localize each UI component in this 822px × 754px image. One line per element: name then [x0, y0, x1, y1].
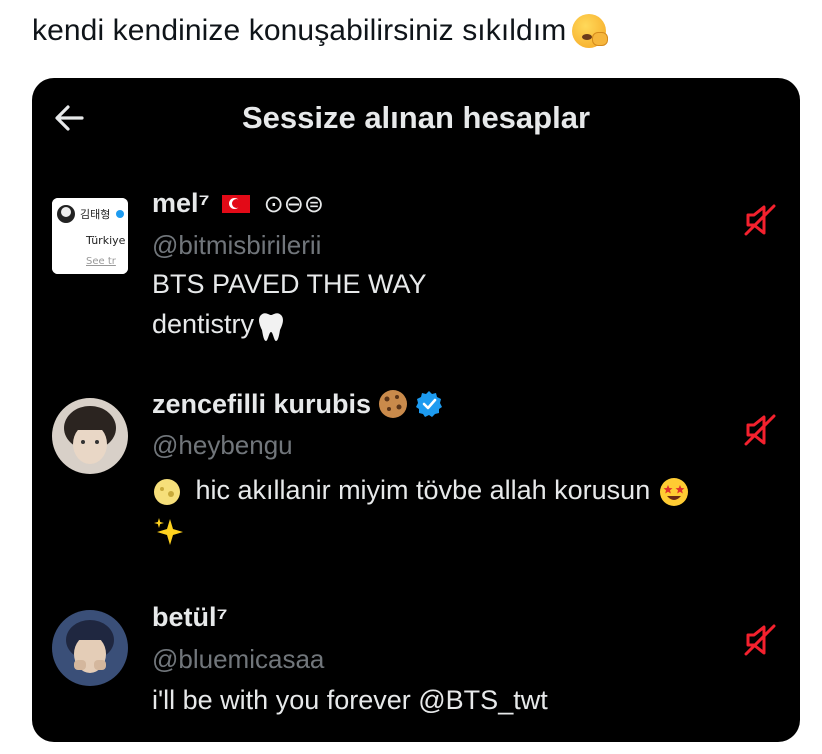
- caption-text: kendi kendinize konuşabilirsiniz sıkıldı…: [32, 14, 567, 47]
- cookie-icon: [379, 390, 408, 418]
- bio-line-2: [152, 510, 690, 550]
- avatar-text-see: See tr: [86, 256, 117, 267]
- list-item[interactable]: 김태형 Türkiye See tr mel⁷ ⊙⊖⊜ @bitmisbiril…: [32, 178, 800, 358]
- display-name-text: betül⁷: [152, 602, 228, 632]
- avatar[interactable]: [52, 398, 128, 474]
- muted-speaker-icon: [744, 624, 776, 656]
- muted-accounts-panel: Sessize alınan hesaplar 김태형 Türkiye See …: [32, 78, 800, 742]
- username[interactable]: @bitmisbirilerii: [152, 230, 321, 261]
- bio: i'll be with you forever @BTS_twt: [152, 680, 548, 720]
- username[interactable]: @heybengu: [152, 430, 293, 461]
- display-name-text: mel⁷: [152, 188, 210, 218]
- list-item[interactable]: betül⁷ @bluemicasaa i'll be with you for…: [32, 600, 800, 740]
- bio-line: hic akıllanir miyim tövbe allah korusun: [152, 470, 690, 510]
- verified-badge-icon: [416, 391, 443, 417]
- page-title: Sessize alınan hesaplar: [241, 100, 591, 135]
- display-name[interactable]: betül⁷: [152, 602, 228, 633]
- bio-line-2: dentistry: [152, 304, 427, 344]
- display-name[interactable]: zencefilli kurubis: [152, 388, 443, 420]
- bio-line: BTS PAVED THE WAY: [152, 269, 427, 299]
- tooth-icon: [259, 313, 284, 341]
- star-struck-icon: [659, 477, 688, 506]
- avatar[interactable]: [52, 610, 128, 686]
- header: Sessize alınan hesaplar: [32, 78, 800, 154]
- bio-line: i'll be with you forever @BTS_twt: [152, 685, 548, 715]
- caption: kendi kendinize konuşabilirsiniz sıkıldı…: [32, 14, 609, 48]
- turkey-flag-icon: [221, 194, 250, 213]
- unmute-button[interactable]: [742, 202, 778, 238]
- avatar-text-korean: 김태형: [80, 208, 110, 221]
- username[interactable]: @bluemicasaa: [152, 644, 324, 675]
- yawning-face-icon: [572, 14, 609, 48]
- moon-face-icon: [154, 478, 180, 505]
- list-item[interactable]: zencefilli kurubis @heybengu hic akıllan…: [32, 388, 800, 568]
- sparkles-icon: [154, 517, 183, 545]
- display-name[interactable]: mel⁷ ⊙⊖⊜: [152, 188, 324, 219]
- muted-speaker-icon: [744, 414, 776, 446]
- unmute-button[interactable]: [742, 622, 778, 658]
- name-glyphs: ⊙⊖⊜: [263, 189, 324, 218]
- display-name-text: zencefilli kurubis: [152, 388, 372, 419]
- bio: BTS PAVED THE WAY dentistry: [152, 264, 427, 344]
- bio: hic akıllanir miyim tövbe allah korusun: [152, 470, 690, 550]
- unmute-button[interactable]: [742, 412, 778, 448]
- avatar-text-country: Türkiye: [85, 234, 126, 247]
- muted-speaker-icon: [744, 204, 776, 236]
- avatar[interactable]: 김태형 Türkiye See tr: [52, 198, 128, 274]
